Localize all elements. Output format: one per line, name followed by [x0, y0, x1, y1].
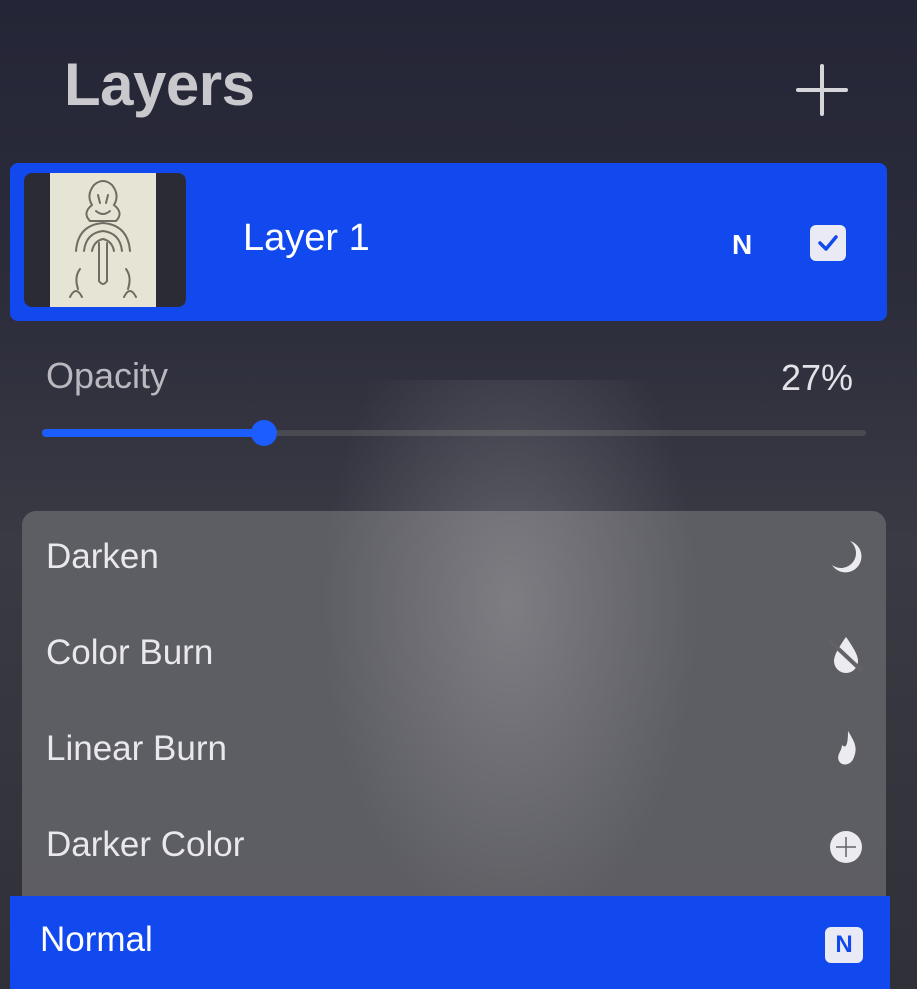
blend-mode-normal-selected[interactable]: Normal N	[10, 896, 890, 989]
darker-color-icon	[824, 823, 868, 867]
layer-blend-mode-button[interactable]: N	[732, 229, 752, 261]
opacity-label: Opacity	[46, 355, 169, 396]
plus-icon	[796, 64, 848, 116]
layers-panel: Layers Layer 1 N Opacity 27% Darken Colo…	[0, 0, 917, 989]
layer-name: Layer 1	[243, 217, 370, 259]
blend-mode-label: Linear Burn	[46, 729, 227, 768]
blend-mode-label: Normal	[40, 920, 153, 959]
blend-mode-color-burn[interactable]: Color Burn	[22, 607, 886, 703]
blend-mode-linear-burn[interactable]: Linear Burn	[22, 703, 886, 799]
line-drawing-thumbnail	[50, 173, 156, 307]
add-layer-button[interactable]	[790, 58, 854, 122]
slider-thumb[interactable]	[251, 420, 277, 446]
checkmark-icon	[818, 235, 838, 251]
normal-badge-icon: N	[825, 927, 863, 963]
layer-visibility-checkbox[interactable]	[810, 225, 846, 261]
blend-mode-label: Darker Color	[46, 825, 245, 864]
opacity-slider[interactable]	[42, 418, 866, 446]
blend-mode-label: Darken	[46, 537, 159, 576]
layer-thumbnail[interactable]	[24, 173, 186, 307]
opacity-value: 27%	[780, 357, 853, 398]
slider-fill	[42, 429, 264, 437]
panel-title: Layers	[64, 51, 255, 118]
burn-icon	[824, 631, 868, 675]
blend-mode-darken[interactable]: Darken	[22, 511, 886, 607]
flame-icon	[824, 727, 868, 771]
blend-mode-label: Color Burn	[46, 633, 214, 672]
blend-mode-darker-color[interactable]: Darker Color	[22, 799, 886, 895]
layer-row[interactable]: Layer 1 N	[10, 163, 887, 321]
moon-icon	[824, 535, 868, 579]
